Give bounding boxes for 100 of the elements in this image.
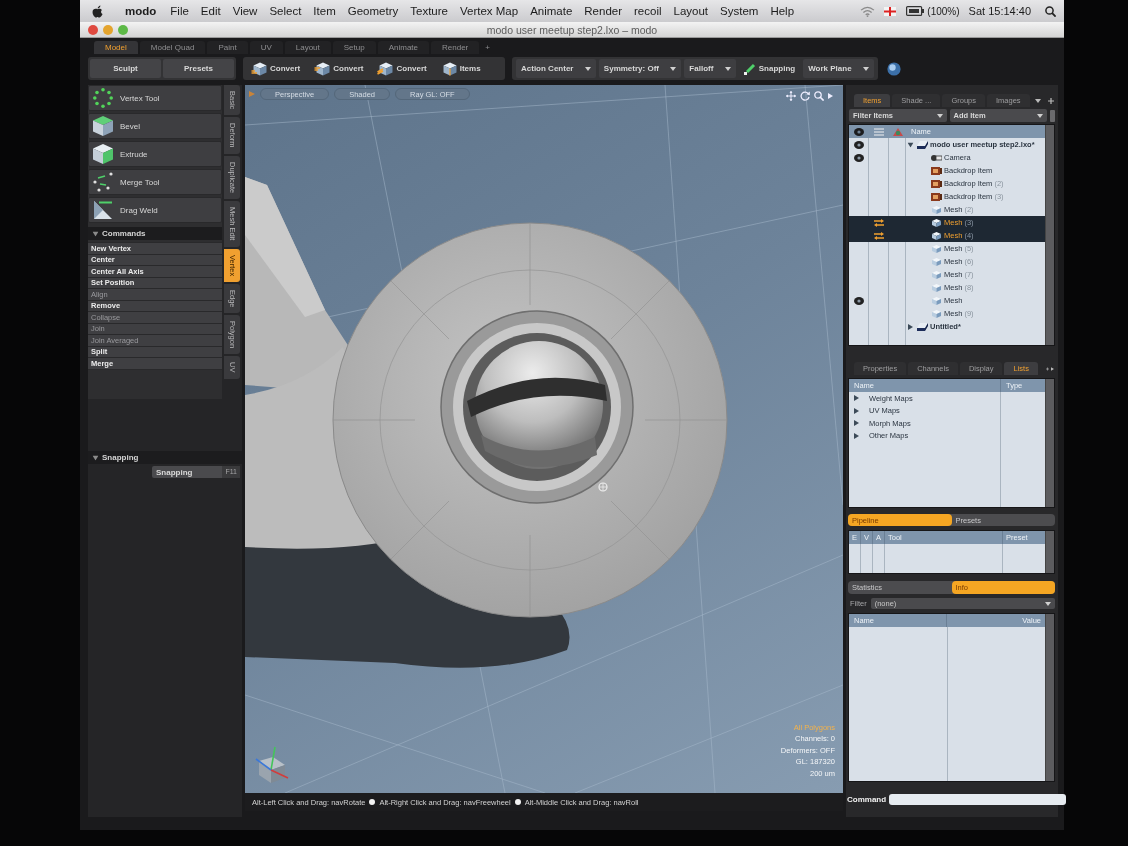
toggle-arrow-icon[interactable]	[854, 420, 859, 427]
picture-icon	[931, 166, 942, 175]
toggle-arrow-icon[interactable]	[854, 395, 859, 402]
scrollbar[interactable]	[1045, 614, 1054, 781]
dropdown-button[interactable]: Action Center	[516, 59, 596, 78]
tool-button[interactable]: Vertex Tool	[88, 85, 222, 111]
command-input[interactable]	[889, 793, 1067, 805]
scrollbar[interactable]	[1045, 531, 1054, 573]
camera-icon	[931, 153, 942, 162]
battery-icon[interactable]	[906, 6, 925, 16]
app-menu[interactable]: modo	[125, 5, 157, 17]
plus-icon[interactable]	[1045, 365, 1049, 372]
scrollbar[interactable]	[1045, 379, 1054, 507]
menu-item[interactable]: Help	[770, 5, 795, 17]
menu-item[interactable]: File	[170, 5, 189, 17]
layout-tab[interactable]: Paint	[207, 41, 248, 54]
eye-icon[interactable]	[854, 140, 864, 149]
menu-item[interactable]: Edit	[200, 5, 221, 17]
mode-button[interactable]: Presets	[163, 59, 234, 78]
convert-button[interactable]: Convert	[375, 59, 429, 78]
arrows-icon	[874, 231, 884, 240]
caret-icon[interactable]	[1050, 365, 1054, 372]
menu-item[interactable]: Render	[584, 5, 623, 17]
cube-icon	[377, 61, 394, 76]
toggle-arrow-icon[interactable]	[92, 455, 99, 460]
bullet-icon	[369, 799, 376, 805]
add-tab-button[interactable]: +	[481, 41, 494, 54]
caret-icon	[670, 66, 677, 71]
layout-tab[interactable]: Animate	[377, 41, 430, 54]
menu-item[interactable]: Texture	[410, 5, 448, 17]
snapping-button[interactable]: Snapping	[738, 59, 801, 78]
toggle-arrow-icon[interactable]	[907, 142, 914, 147]
wifi-icon[interactable]	[860, 5, 876, 17]
flag-icon[interactable]	[884, 6, 897, 16]
layout-tab[interactable]: UV	[249, 41, 283, 54]
close-button[interactable]	[88, 24, 98, 35]
menu-item[interactable]: Animate	[530, 5, 573, 17]
toggle-arrow-icon[interactable]	[854, 432, 859, 439]
menu-clock[interactable]: Sat 15:14:40	[968, 5, 1031, 17]
caret-icon	[584, 66, 591, 71]
layout-tab[interactable]: Layout	[284, 41, 331, 54]
battery-percent: (100%)	[927, 5, 960, 17]
cube-icon	[251, 61, 267, 76]
plus-icon[interactable]	[1048, 97, 1054, 104]
arrows-icon	[874, 218, 884, 227]
section-header[interactable]: Commands	[88, 227, 222, 240]
cube-icon	[931, 309, 942, 318]
convert-button[interactable]: Convert	[249, 59, 303, 78]
work-plane-dropdown[interactable]: Work Plane	[803, 59, 874, 78]
caret-icon[interactable]	[1034, 98, 1041, 103]
eye-icon[interactable]	[854, 153, 864, 162]
tool-button[interactable]: Merge Tool	[88, 169, 222, 195]
sphere-icon[interactable]	[887, 61, 901, 76]
caret-icon	[1037, 113, 1043, 118]
mode-button[interactable]: Sculpt	[90, 59, 161, 78]
tool-button[interactable]: Extrude	[88, 141, 222, 167]
scrollbar[interactable]	[1045, 125, 1054, 345]
layout-tab[interactable]: Model	[94, 41, 138, 54]
caret-icon[interactable]	[828, 93, 833, 99]
bullet-icon	[514, 799, 521, 805]
toggle-arrow-icon[interactable]	[854, 407, 859, 414]
caret-icon	[724, 66, 731, 71]
wrench-model-drawing[interactable]	[245, 177, 728, 668]
menu-item[interactable]: recoil	[634, 5, 662, 17]
menu-item[interactable]: View	[232, 5, 258, 17]
command-label: Command	[847, 794, 887, 804]
layout-tab[interactable]: Model Quad	[139, 41, 206, 54]
toggle-arrow-icon[interactable]	[92, 231, 99, 236]
layout-tab[interactable]: Setup	[332, 41, 376, 54]
tool-button[interactable]: Bevel	[88, 113, 222, 139]
cube-icon	[931, 270, 942, 279]
cube-icon	[931, 296, 942, 305]
section-header[interactable]: Snapping	[88, 451, 242, 464]
zoom-icon[interactable]	[814, 91, 824, 101]
layout-tab[interactable]: Render	[431, 41, 480, 54]
rotate-icon[interactable]	[800, 91, 810, 101]
eye-icon[interactable]	[854, 127, 864, 136]
menu-item[interactable]: Layout	[673, 5, 709, 17]
caret-icon	[936, 113, 943, 118]
handle-icon[interactable]	[1050, 109, 1055, 122]
dots-icon	[93, 88, 113, 108]
menu-item[interactable]: Item	[313, 5, 336, 17]
dropdown-button[interactable]: Falloff	[684, 59, 736, 78]
menu-item[interactable]: Vertex Map	[459, 5, 519, 17]
convert-button[interactable]: Items	[438, 59, 483, 78]
apple-icon[interactable]	[92, 4, 103, 18]
convert-button[interactable]: Convert	[312, 59, 366, 78]
eye-icon[interactable]	[854, 296, 864, 305]
toggle-arrow-icon[interactable]	[908, 323, 913, 330]
points-icon	[93, 172, 113, 192]
tool-button[interactable]: Drag Weld	[88, 197, 222, 223]
search-icon[interactable]	[1045, 5, 1056, 17]
cube-icon	[931, 231, 942, 240]
move-icon[interactable]	[786, 91, 796, 101]
menu-item[interactable]: Select	[269, 5, 302, 17]
menu-item[interactable]: System	[720, 5, 759, 17]
dropdown-button[interactable]: Symmetry: Off	[598, 59, 682, 78]
menu-item[interactable]: Geometry	[347, 5, 399, 17]
layers-icon	[917, 322, 928, 331]
cube-icon	[931, 205, 942, 214]
